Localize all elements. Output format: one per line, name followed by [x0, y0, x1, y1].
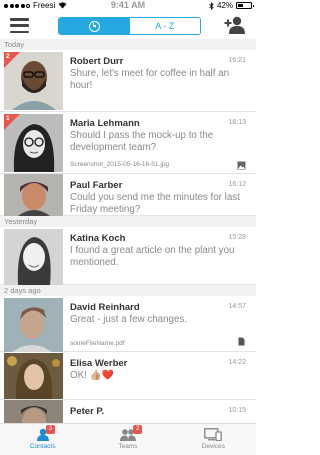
contact-name: Paul Farber [70, 180, 123, 191]
message-time: 15:28 [228, 234, 246, 241]
contact-name: David Reinhard [70, 302, 140, 313]
attachment-name[interactable]: someFileName.pdf [70, 340, 125, 347]
tab-contacts-label: Contacts [29, 443, 56, 450]
devices-icon [204, 428, 223, 441]
conversation-row[interactable]: Paul Farber 16:12 Could you send me the … [0, 174, 256, 216]
message-time: 16:21 [228, 57, 246, 64]
tab-teams[interactable]: 2 Teams [85, 424, 170, 455]
contact-name: Peter P. [70, 406, 105, 417]
bluetooth-icon [209, 1, 214, 10]
tab-bar: 3 Contacts 2 Teams Devices [0, 423, 256, 455]
avatar [4, 229, 63, 285]
clock-icon [88, 20, 100, 32]
navigation-bar: A - Z [0, 12, 256, 39]
contacts-badge: 3 [46, 425, 55, 434]
section-header-today: Today [0, 39, 256, 50]
avatar [4, 400, 63, 423]
message-time: 14:57 [228, 303, 246, 310]
conversation-row[interactable]: 2 Robert Durr 16:21 Shure, let's meet fo… [0, 50, 256, 112]
battery-icon [236, 2, 254, 9]
contact-name: Robert Durr [70, 56, 124, 67]
conversation-row[interactable]: Katina Koch 15:28 I found a great articl… [0, 227, 256, 285]
avatar: 1 [4, 114, 63, 172]
status-bar: Freesi 9:41 AM 42% [0, 0, 256, 12]
conversation-row[interactable]: Peter P. 10:15 [0, 400, 256, 423]
message-preview: Shure, let's meet for coffee in half an … [70, 68, 230, 91]
message-preview: Great - just a few changes. [70, 314, 188, 325]
battery-percent: 42% [216, 1, 233, 10]
message-time: 16:12 [228, 181, 246, 188]
conversation-row[interactable]: 1 Maria Lehmann 16:13 Should I pass the … [0, 112, 256, 174]
conversation-row[interactable]: David Reinhard 14:57 Great - just a few … [0, 296, 256, 352]
tab-contacts[interactable]: 3 Contacts [0, 424, 85, 455]
avatar [4, 174, 63, 216]
unread-count: 1 [6, 115, 10, 122]
teams-badge: 2 [133, 425, 143, 434]
tab-devices[interactable]: Devices [171, 424, 256, 455]
segment-a-z[interactable]: A - Z [129, 18, 200, 34]
menu-button[interactable] [10, 18, 29, 33]
message-preview: Could you send me the minutes for last F… [70, 192, 240, 215]
contact-name: Elisa Werber [70, 358, 128, 369]
message-time: 16:13 [228, 119, 246, 126]
message-time: 14:22 [228, 359, 246, 366]
message-time: 10:15 [228, 407, 246, 414]
tab-teams-label: Teams [118, 443, 138, 450]
unread-count: 2 [6, 53, 10, 60]
segment-recent[interactable] [59, 18, 130, 34]
add-contact-icon[interactable] [224, 16, 246, 34]
avatar [4, 353, 63, 399]
message-preview: I found a great article on the plant you… [70, 245, 235, 268]
status-right: 42% [209, 1, 254, 10]
segment-a-z-label: A - Z [155, 21, 175, 31]
section-header-2-days-ago: 2 days ago [0, 285, 256, 296]
sort-segmented-control: A - Z [58, 17, 201, 35]
attachment-name[interactable]: Screenshot_2015-05-16-16-51.jpg [70, 161, 169, 168]
contact-name: Maria Lehmann [70, 118, 140, 129]
message-preview: OK! 👍🏼❤️ [70, 370, 114, 381]
conversation-row[interactable]: Elisa Werber 14:22 OK! 👍🏼❤️ [0, 352, 256, 400]
message-preview: Should I pass the mock-up to the develop… [70, 130, 214, 153]
avatar: 2 [4, 52, 63, 110]
section-header-yesterday: Yesterday [0, 216, 256, 227]
file-attachment-icon[interactable] [237, 337, 246, 346]
image-attachment-icon[interactable] [237, 161, 246, 170]
contact-name: Katina Koch [70, 233, 126, 244]
avatar [4, 298, 63, 352]
tab-devices-label: Devices [201, 443, 225, 450]
